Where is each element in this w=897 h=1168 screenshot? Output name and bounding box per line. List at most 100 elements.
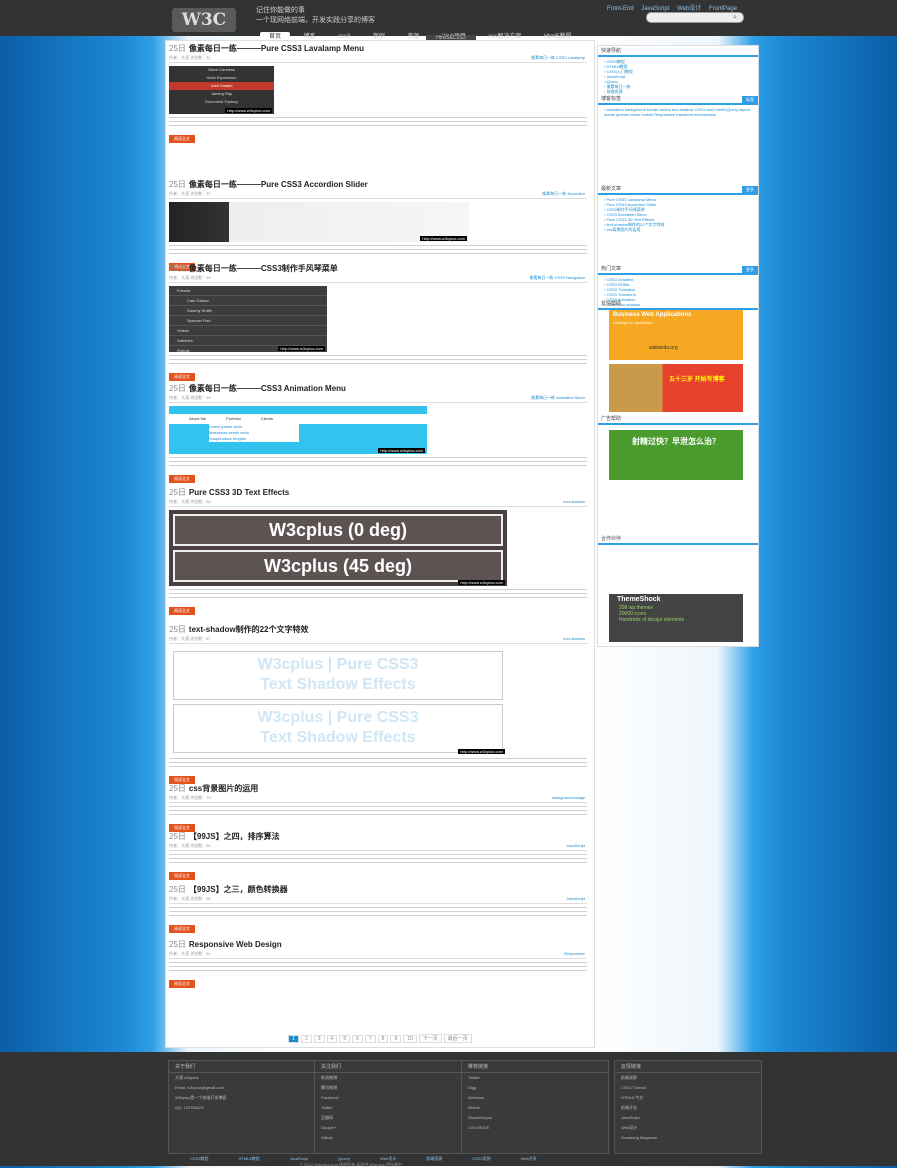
ad-banner[interactable]: ThemeShock 298 wp themes 20000 icons Hundre… [609,594,743,642]
post-title-text[interactable]: css背景图片的运用 [189,784,258,793]
footer-link[interactable]: JavaScript [615,1113,761,1123]
footer-link[interactable]: Reddit [462,1103,608,1113]
footer-link[interactable]: 新浪微博 [315,1073,461,1083]
post-title[interactable]: 25日 像素每日一练———Pure CSS3 Accordion Slider [169,179,587,190]
footer-link[interactable]: QQ: 120755423 [169,1103,315,1113]
footer-link[interactable]: Delicious [462,1093,608,1103]
search-input[interactable]: ⌕ [646,12,744,23]
post-title[interactable]: 25日 Responsive Web Design [169,939,587,950]
post-title[interactable]: 25日 【99JS】之四，排序算法 [169,831,587,842]
ad-banner[interactable]: Business Web Applications nothing but Jav… [609,310,743,360]
footer-link[interactable]: Twitter [462,1073,608,1083]
footer-link[interactable]: 前端观察 [615,1073,761,1083]
page-link[interactable]: 1 [288,1035,299,1043]
post-thumbnail[interactable]: About Me Portfolio Clients Lorem ipsum dolo… [169,406,427,454]
post-tags[interactable]: 像素每日一练 Accordion [542,191,585,197]
page-link[interactable]: 7 [364,1035,376,1043]
footer-link[interactable]: Github [315,1133,461,1143]
post-title-text[interactable]: 像素每日一练———CSS3 Animation Menu [189,384,346,393]
footer-link[interactable]: Email: w3cplus@gmail.com [169,1083,315,1093]
post-tags[interactable]: 像素每日一练 CSS3 Navigation [529,275,585,281]
post-tags[interactable]: background-image [552,795,585,800]
post-tags[interactable]: 像素每日一练 CSS3 Lavalamp [531,55,585,61]
post-title-text[interactable]: 【99JS】之四，排序算法 [189,832,280,841]
footer-link[interactable]: CSS3 Tutorial [615,1083,761,1093]
footer-link[interactable]: 前端开发 [615,1103,761,1113]
footer-bottom-link[interactable]: HTML5教程 [238,1156,259,1161]
page-link[interactable]: 8 [377,1035,389,1043]
page-link[interactable]: 10 [403,1035,417,1043]
post-title[interactable]: 25日 css背景图片的运用 [169,783,587,794]
footer-bottom-link[interactable]: CSS3案例 [472,1156,490,1161]
page-link[interactable]: 6 [352,1035,363,1043]
post-title-text[interactable]: 【99JS】之三，颜色转换器 [189,885,288,894]
post-title-text[interactable]: Pure CSS3 3D Text Effects [189,488,289,497]
post-title[interactable]: 25日 Pure CSS3 3D Text Effects [169,487,587,498]
post-tags[interactable]: JavaScript [566,843,585,848]
post-title-text[interactable]: 像素每日一练———CSS3制作手风琴菜单 [189,264,338,273]
post-thumbnail[interactable]: http://www.w3cplus.com [169,202,469,242]
footer-bottom-link[interactable]: 前端资源 [426,1156,442,1161]
read-more-button[interactable]: 阅读全文 [169,607,195,615]
post-tags[interactable]: text-shadow [563,499,585,504]
page-link[interactable]: 4 [326,1035,338,1043]
footer-link[interactable]: Digg [462,1083,608,1093]
page-link[interactable]: 5 [339,1035,351,1043]
post-title-text[interactable]: 像素每日一练———Pure CSS3 Lavalamp Menu [189,44,364,53]
footer-bottom-link[interactable]: JavaScript [290,1156,309,1161]
post-title[interactable]: 25日 像素每日一练———CSS3制作手风琴菜单 [169,263,587,274]
read-more-button[interactable]: 阅读全文 [169,135,195,143]
read-more-button[interactable]: 阅读全文 [169,872,195,880]
footer-link[interactable]: Google+ [315,1123,461,1133]
footer-link[interactable]: Twitter [315,1103,461,1113]
post-title[interactable]: 25日 像素每日一练———Pure CSS3 Lavalamp Menu [169,43,587,54]
post-title-text[interactable]: text-shadow制作的22个文字特效 [189,625,309,634]
post-thumbnail[interactable]: Friends Cato Galvez Sammy Smith Spencer Fis… [169,286,327,352]
page-link[interactable]: 9 [390,1035,402,1043]
footer-link[interactable]: W3cplus是一个前端开发博客 [169,1093,315,1103]
read-more-button[interactable]: 阅读全文 [169,475,195,483]
widget-list-item[interactable]: › animation background border-radius box… [604,107,752,117]
post-title-text[interactable]: 像素每日一练———Pure CSS3 Accordion Slider [189,180,368,189]
ad-banner[interactable]: 射精过快？早泄怎么治？ [609,430,743,480]
footer-bottom-link[interactable]: jQuery [338,1156,350,1161]
post-title-text[interactable]: Responsive Web Design [189,940,282,949]
post-title[interactable]: 25日 【99JS】之三，颜色转换器 [169,884,587,895]
post-thumbnail[interactable]: Steve Careless Hack Expression Josh Smash J… [169,66,274,114]
footer-bottom-link[interactable]: CSS3教程 [190,1156,208,1161]
footer-link[interactable]: Smashing Magazine [615,1133,761,1143]
post-title[interactable]: 25日 像素每日一练———CSS3 Animation Menu [169,383,587,394]
post-tags[interactable]: 像素每日一练 Animation Menu [531,395,585,401]
page-link[interactable]: 最后一页 [443,1034,472,1043]
read-more-button[interactable]: 阅读全文 [169,925,195,933]
search-icon[interactable]: ⌕ [733,14,737,22]
post-thumbnail[interactable]: W3cplus | Pure CSS3 Text Shadow Effects W3… [169,647,507,755]
page-link[interactable]: 3 [313,1035,325,1043]
widget-more-link[interactable]: 更多 [742,186,758,193]
footer-link[interactable]: Web设计 [615,1123,761,1133]
footer-link[interactable]: CSS MODE [462,1123,608,1133]
footer-link[interactable]: Facebook [315,1093,461,1103]
footer-bottom-link[interactable]: Web开发 [521,1156,537,1161]
footer-link[interactable]: HTML5 中文 [615,1093,761,1103]
post-title[interactable]: 25日 text-shadow制作的22个文字特效 [169,624,587,635]
footer-link[interactable]: 腾讯微博 [315,1083,461,1093]
widget-list-item[interactable]: › css背景图片的运用 [604,227,752,232]
post-tags[interactable]: JavaScript [566,896,585,901]
footer-link[interactable]: StumbleUpon [462,1113,608,1123]
footer-link[interactable]: 豆瓣网 [315,1113,461,1123]
post-tags[interactable]: Responsive [564,951,585,956]
page-link[interactable]: 2 [300,1035,312,1043]
toplink[interactable]: Front-End [607,6,634,12]
widget-list-item[interactable]: › 前端资源 [604,89,752,94]
read-more-button[interactable]: 阅读全文 [169,980,195,988]
widget-more-link[interactable]: 标签 [742,96,758,103]
site-logo[interactable]: W3C [172,8,236,32]
read-more-button[interactable]: 阅读全文 [169,373,195,381]
post-tags[interactable]: text-shadow [563,636,585,641]
post-thumbnail[interactable]: W3cplus (0 deg) W3cplus (45 deg) http://ww… [169,510,507,586]
ad-banner[interactable]: 五十三岁 开始写博客 [609,364,743,412]
page-link[interactable]: 下一页 [418,1034,442,1043]
footer-link[interactable]: 大漠 w3cplus [169,1073,315,1083]
footer-bottom-link[interactable]: Web设计 [380,1156,396,1161]
